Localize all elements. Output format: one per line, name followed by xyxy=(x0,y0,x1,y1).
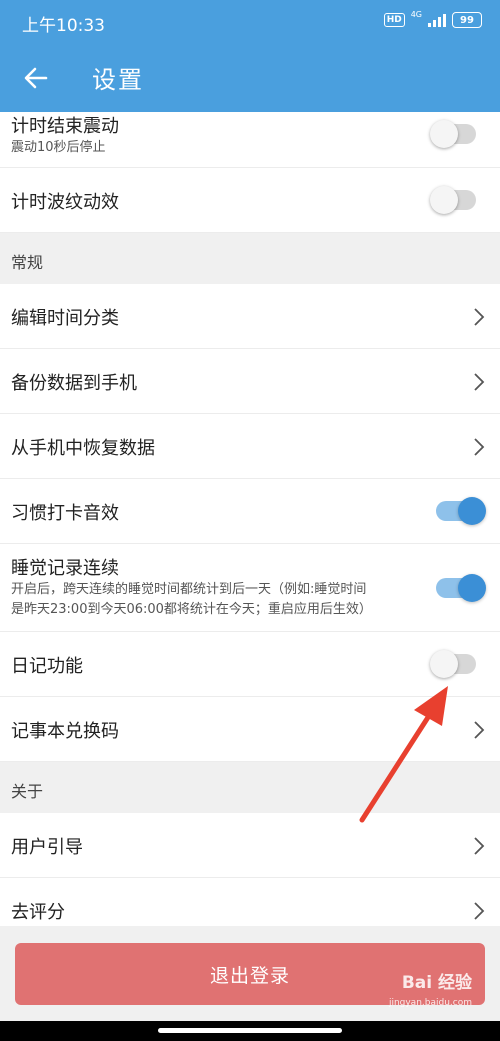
setting-label: 习惯打卡音效 xyxy=(11,503,119,524)
habit-sound-toggle[interactable] xyxy=(436,497,486,525)
section-header-general: 常规 xyxy=(0,233,500,284)
network-type: 4G xyxy=(410,9,422,19)
setting-label: 去评分 xyxy=(11,902,65,923)
setting-restore-data[interactable]: 从手机中恢复数据 xyxy=(0,414,500,479)
vibration-toggle[interactable] xyxy=(430,120,476,148)
battery-icon: 99 xyxy=(452,12,482,28)
setting-description-line: 是昨天23:00到今天06:00都将统计在今天；重启应用后生效） xyxy=(11,602,372,617)
chevron-right-icon xyxy=(474,902,485,920)
annotation-arrow-icon xyxy=(359,686,448,823)
chevron-right-icon xyxy=(474,373,485,391)
setting-label: 从手机中恢复数据 xyxy=(11,438,155,459)
setting-description: 震动10秒后停止 xyxy=(11,140,106,155)
setting-label: 用户引导 xyxy=(11,837,83,858)
setting-label: 计时波纹动效 xyxy=(11,192,119,213)
home-indicator[interactable] xyxy=(158,1028,342,1033)
setting-backup-data[interactable]: 备份数据到手机 xyxy=(0,349,500,414)
chevron-right-icon xyxy=(474,308,485,326)
ripple-toggle[interactable] xyxy=(430,186,476,214)
system-nav-bar xyxy=(0,1021,500,1041)
section-label: 关于 xyxy=(11,782,44,801)
setting-label: 睡觉记录连续 xyxy=(11,558,119,579)
setting-habit-sound[interactable]: 习惯打卡音效 xyxy=(0,479,500,544)
diary-toggle[interactable] xyxy=(430,650,476,678)
setting-continuous-sleep[interactable]: 睡觉记录连续 开启后，跨天连续的睡觉时间都统计到后一天（例如:睡觉时间 是昨天2… xyxy=(0,544,500,632)
page-title: 设置 xyxy=(92,66,144,94)
chevron-right-icon xyxy=(474,438,485,456)
continuous-sleep-toggle[interactable] xyxy=(436,574,486,602)
status-icons: HD 4G 99 xyxy=(383,9,482,28)
watermark-url: jingyan.baidu.com xyxy=(388,998,472,1008)
chevron-right-icon xyxy=(474,721,485,739)
app-bar: 设置 xyxy=(0,44,500,112)
chevron-right-icon xyxy=(474,837,485,855)
setting-label: 备份数据到手机 xyxy=(11,373,137,394)
setting-description-line: 开启后，跨天连续的睡觉时间都统计到后一天（例如:睡觉时间 xyxy=(11,582,367,597)
status-bar: 上午10:33 HD 4G 99 xyxy=(0,0,500,44)
status-time: 上午10:33 xyxy=(22,16,105,36)
setting-label: 记事本兑换码 xyxy=(11,721,119,742)
setting-edit-time-categories[interactable]: 编辑时间分类 xyxy=(0,284,500,349)
section-label: 常规 xyxy=(11,253,44,272)
setting-label: 编辑时间分类 xyxy=(11,308,119,329)
setting-label: 日记功能 xyxy=(11,656,83,677)
hd-icon: HD xyxy=(383,13,405,27)
setting-label: 计时结束震动 xyxy=(11,116,119,137)
watermark-text: Bai 经验 xyxy=(401,973,472,993)
setting-timer-end-vibration[interactable]: 计时结束震动 震动10秒后停止 xyxy=(0,112,500,168)
signal-icon xyxy=(428,13,446,27)
setting-ripple-effect[interactable]: 计时波纹动效 xyxy=(0,168,500,233)
arrow-left-icon[interactable] xyxy=(22,64,50,92)
